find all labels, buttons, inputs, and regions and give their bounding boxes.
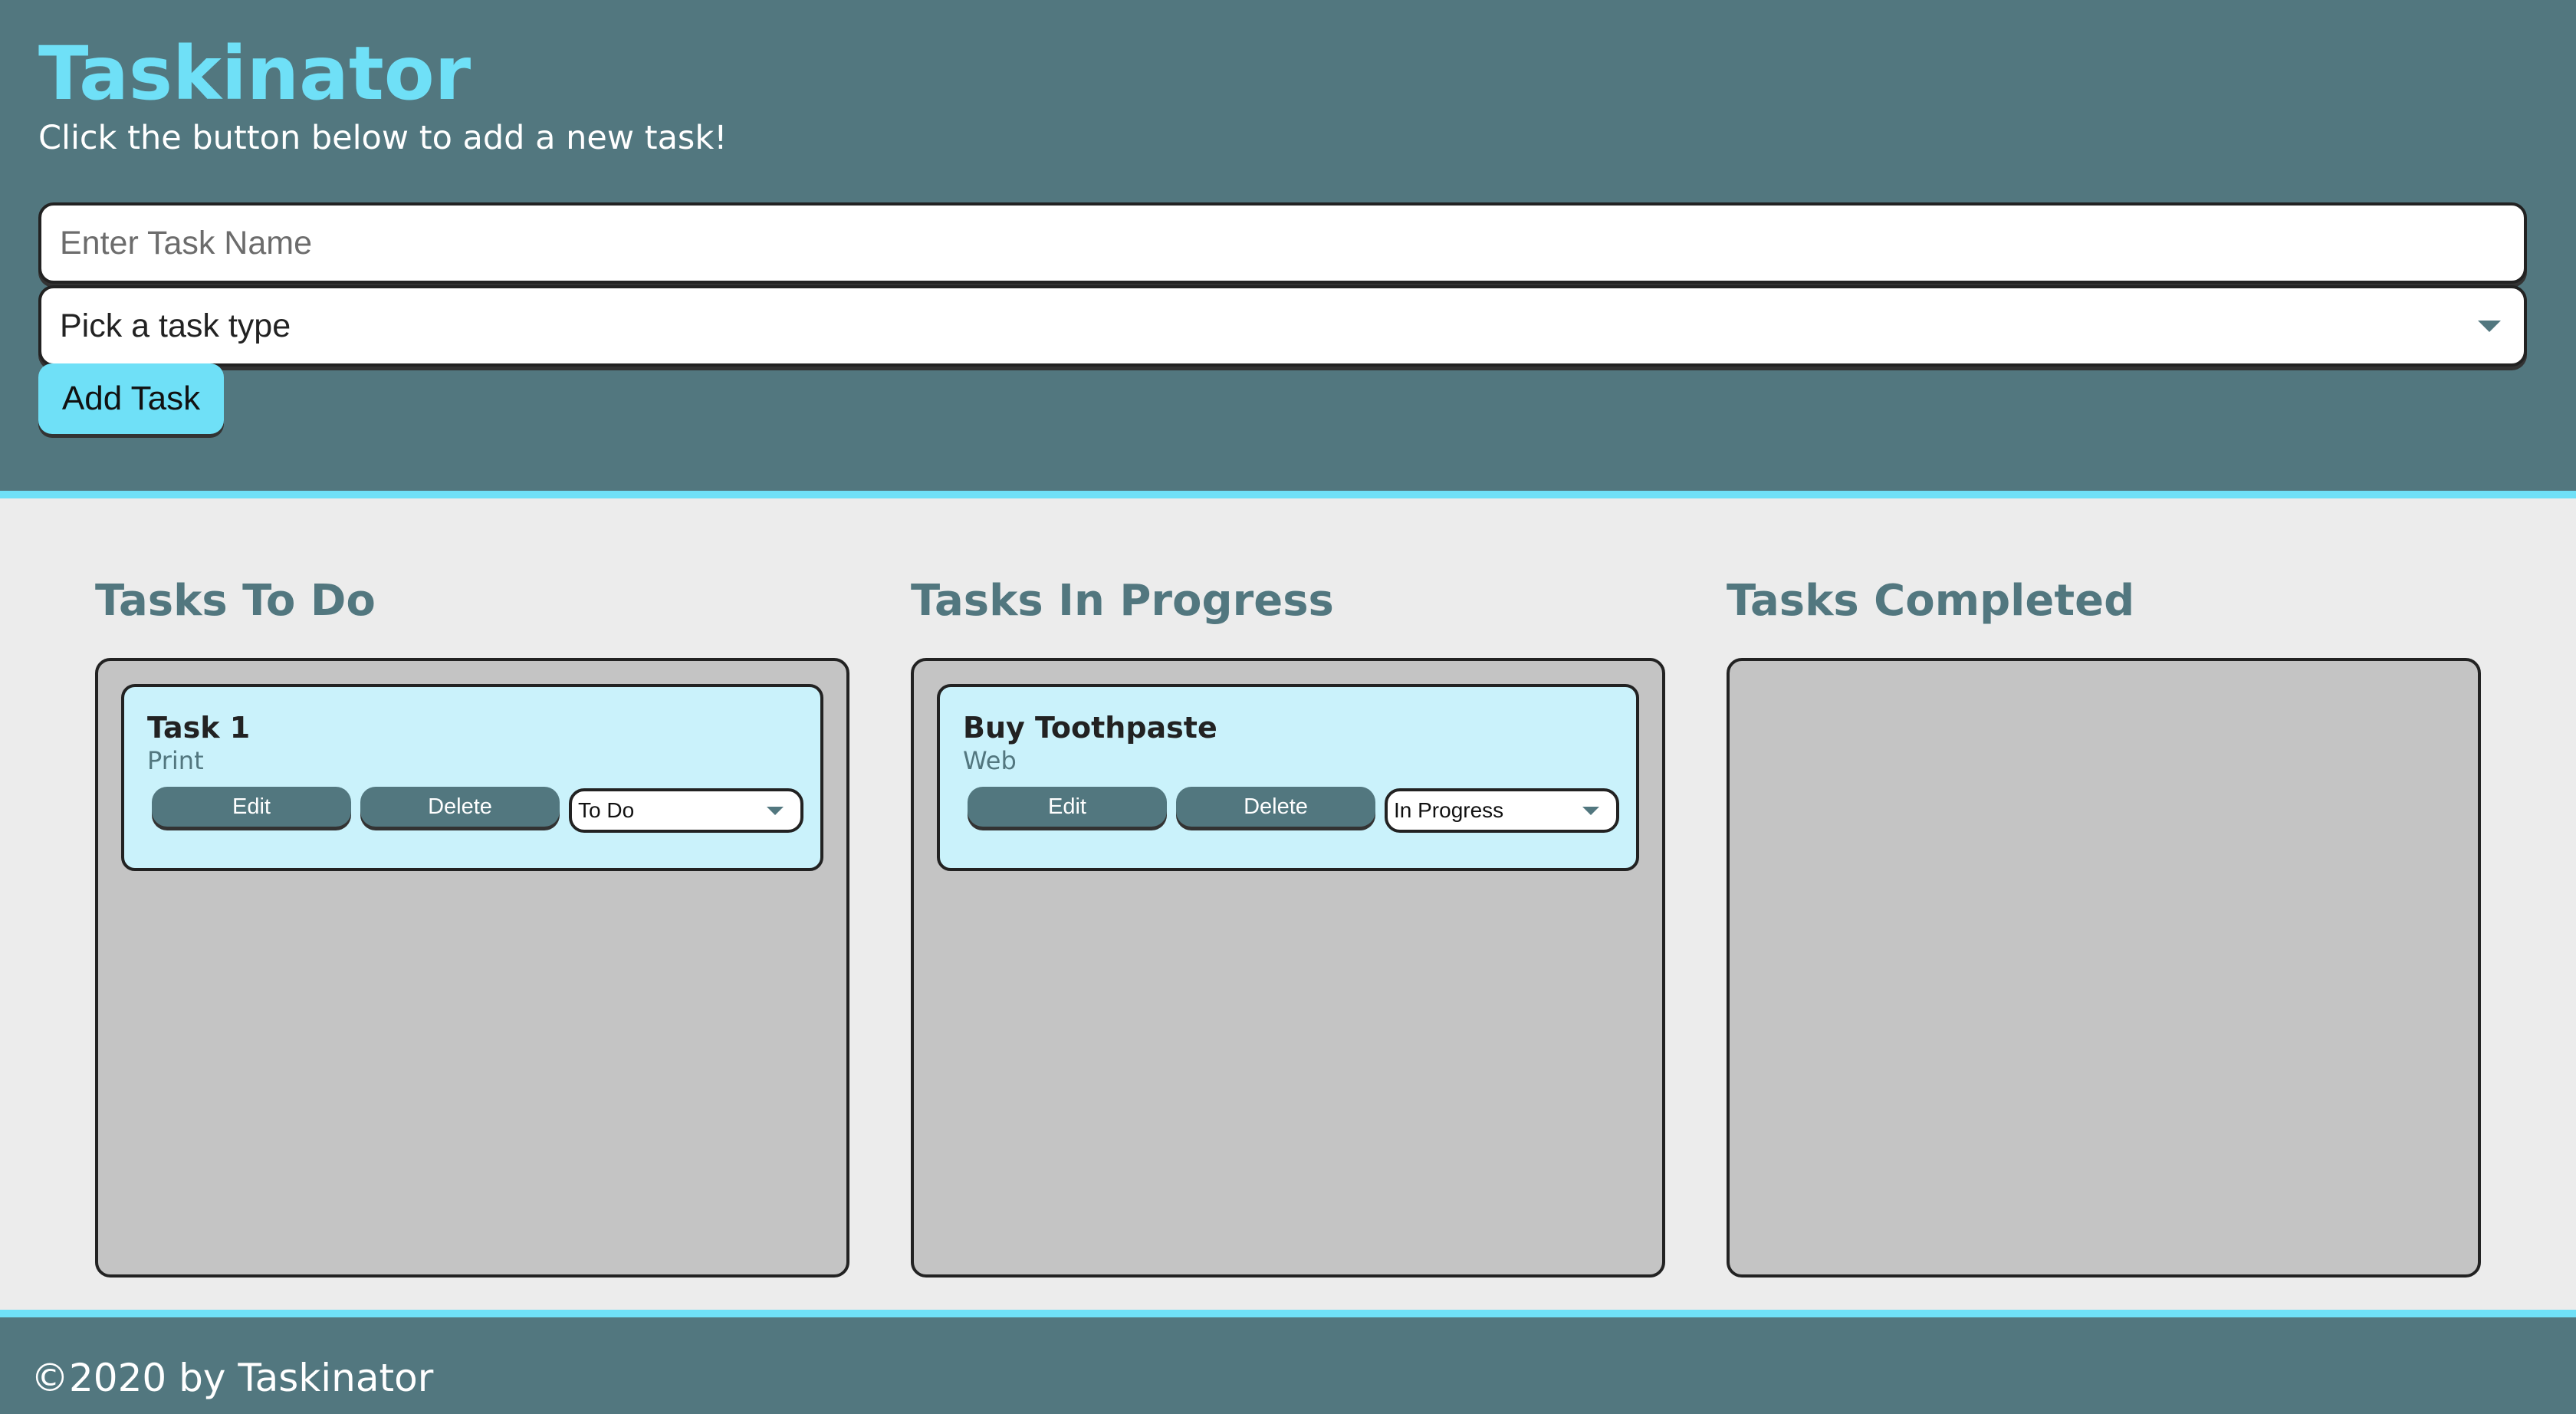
- edit-button[interactable]: Edit: [968, 787, 1167, 827]
- add-task-button[interactable]: Add Task: [38, 363, 224, 434]
- chevron-down-icon: [1582, 807, 1599, 815]
- task-name: Buy Toothpaste: [963, 711, 1217, 745]
- task-type: Web: [963, 746, 1017, 775]
- status-select[interactable]: In Progress: [1385, 788, 1619, 833]
- status-select[interactable]: To Do: [569, 788, 803, 833]
- edit-button[interactable]: Edit: [152, 787, 351, 827]
- delete-button[interactable]: Delete: [360, 787, 560, 827]
- app-title: Taskinator: [38, 31, 472, 117]
- task-name-input[interactable]: [38, 202, 2527, 284]
- task-name: Task 1: [147, 711, 251, 745]
- task-card[interactable]: Buy Toothpaste Web Edit Delete In Progre…: [937, 684, 1639, 871]
- page-subtitle: Click the button below to add a new task…: [38, 119, 728, 157]
- column-to-do: Tasks To Do Task 1 Print Edit Delete To …: [95, 571, 849, 1278]
- footer-copyright: ©2020 by Taskinator: [31, 1356, 434, 1400]
- status-select-value: In Progress: [1394, 798, 1504, 822]
- chevron-down-icon: [2478, 321, 2501, 332]
- status-select-value: To Do: [578, 798, 635, 822]
- task-list-to-do[interactable]: Task 1 Print Edit Delete To Do: [95, 658, 849, 1278]
- chevron-down-icon: [767, 807, 784, 815]
- task-list-in-progress[interactable]: Buy Toothpaste Web Edit Delete In Progre…: [911, 658, 1665, 1278]
- page-footer: ©2020 by Taskinator: [0, 1310, 2576, 1414]
- task-list-completed[interactable]: [1727, 658, 2481, 1278]
- task-type-select-value: Pick a task type: [60, 307, 291, 344]
- page-header: Taskinator Click the button below to add…: [0, 0, 2576, 498]
- task-type: Print: [147, 746, 204, 775]
- column-title: Tasks In Progress: [911, 576, 1334, 626]
- column-in-progress: Tasks In Progress Buy Toothpaste Web Edi…: [911, 571, 1665, 1278]
- task-type-select[interactable]: Pick a task type: [38, 285, 2527, 367]
- task-card[interactable]: Task 1 Print Edit Delete To Do: [121, 684, 823, 871]
- delete-button[interactable]: Delete: [1176, 787, 1375, 827]
- column-title: Tasks Completed: [1727, 576, 2135, 626]
- column-title: Tasks To Do: [95, 576, 376, 626]
- column-completed: Tasks Completed: [1727, 571, 2481, 1278]
